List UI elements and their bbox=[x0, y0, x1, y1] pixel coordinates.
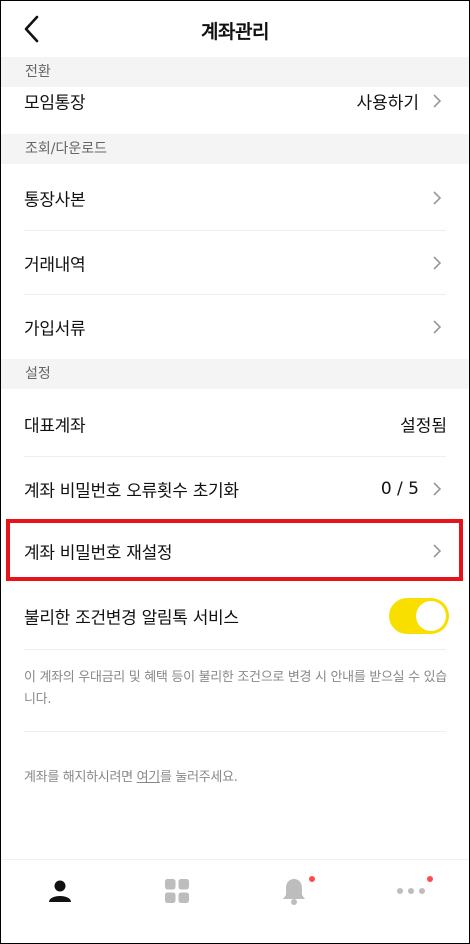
badge-dot bbox=[427, 876, 433, 882]
chevron-right-icon bbox=[433, 256, 442, 270]
bell-icon bbox=[282, 879, 305, 905]
row-password-reset[interactable]: 계좌 비밀번호 재설정 bbox=[1, 521, 469, 581]
row-value: 설정됨 bbox=[400, 416, 447, 437]
row-password-error-reset[interactable]: 계좌 비밀번호 오류횟수 초기화 0 / 5 bbox=[1, 457, 469, 521]
toggle-knob bbox=[416, 601, 446, 631]
chevron-right-icon bbox=[433, 482, 442, 496]
row-primary-account[interactable]: 대표계좌 설정됨 bbox=[1, 392, 469, 456]
cancel-account-text: 계좌를 해지하시려면 여기를 눌러주세요. bbox=[24, 766, 238, 785]
row-label: 가입서류 bbox=[24, 319, 86, 340]
app-screen: 계좌관리 전환 모임통장 사용하기 조회/다운로드 통장사본 거래내역 가입서류… bbox=[0, 0, 470, 944]
row-join-documents[interactable]: 가입서류 bbox=[1, 295, 469, 359]
page-title: 계좌관리 bbox=[201, 21, 269, 43]
alert-toggle[interactable] bbox=[389, 598, 449, 634]
cancel-prefix: 계좌를 해지하시려면 bbox=[24, 770, 137, 785]
header: 계좌관리 bbox=[1, 1, 469, 57]
row-label: 통장사본 bbox=[24, 190, 86, 211]
tab-menu[interactable] bbox=[118, 860, 235, 922]
badge-dot bbox=[309, 876, 315, 882]
row-passbook-copy[interactable]: 통장사본 bbox=[1, 166, 469, 230]
row-label: 거래내역 bbox=[24, 255, 86, 276]
more-icon bbox=[396, 888, 425, 894]
row-label: 계좌 비밀번호 오류횟수 초기화 bbox=[24, 481, 239, 502]
grid-icon bbox=[164, 879, 189, 903]
row-group-account[interactable]: 모임통장 사용하기 bbox=[1, 71, 469, 131]
divider bbox=[24, 731, 446, 732]
person-icon bbox=[48, 880, 71, 902]
chevron-right-icon bbox=[433, 544, 442, 558]
row-label: 계좌 비밀번호 재설정 bbox=[24, 543, 173, 564]
section-header-inquiry: 조회/다운로드 bbox=[1, 134, 469, 164]
row-label: 대표계좌 bbox=[24, 416, 86, 437]
tab-more[interactable] bbox=[352, 860, 469, 922]
notice-text: 이 계좌의 우대금리 및 혜택 등이 불리한 조건으로 변경 시 안내를 받으실… bbox=[24, 670, 447, 707]
chevron-right-icon bbox=[433, 320, 442, 334]
row-label: 모임통장 bbox=[24, 93, 86, 114]
divider bbox=[24, 649, 446, 650]
chevron-right-icon bbox=[433, 94, 442, 108]
cancel-link[interactable]: 여기 bbox=[137, 770, 161, 785]
cancel-suffix: 를 눌러주세요. bbox=[159, 770, 238, 785]
tab-profile[interactable] bbox=[1, 860, 118, 922]
section-header-settings: 설정 bbox=[1, 359, 469, 389]
row-label: 불리한 조건변경 알림톡 서비스 bbox=[24, 608, 239, 629]
tab-notifications[interactable] bbox=[235, 860, 352, 922]
chevron-right-icon bbox=[433, 191, 442, 205]
row-transactions[interactable]: 거래내역 bbox=[1, 231, 469, 295]
tab-bar bbox=[1, 859, 469, 943]
row-value: 사용하기 bbox=[356, 93, 419, 114]
row-value: 0 / 5 bbox=[380, 479, 419, 499]
